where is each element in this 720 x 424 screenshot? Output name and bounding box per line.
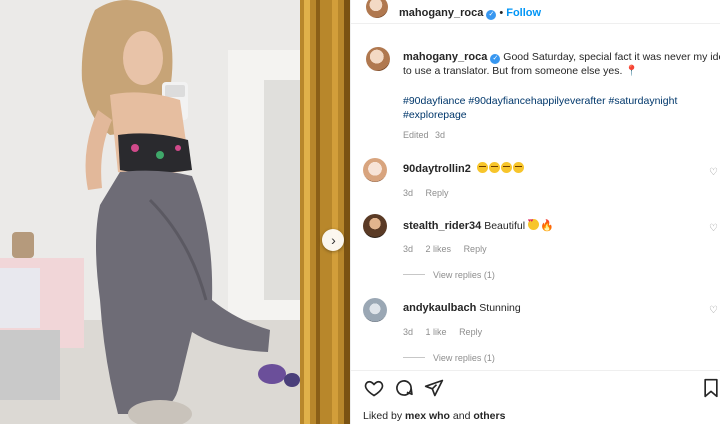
hashtags-line2[interactable]: #explorepage — [403, 108, 703, 122]
avatar[interactable] — [366, 0, 388, 18]
post-header: mahogany_roca ✓ • Follow — [351, 0, 720, 24]
heart-outline-icon — [364, 380, 384, 397]
like-button[interactable] — [364, 378, 384, 398]
separator-dot: • — [499, 7, 504, 19]
photo-illustration — [0, 0, 350, 424]
post-actions-bar — [351, 370, 720, 400]
comment-time: 3d — [403, 188, 414, 198]
save-button[interactable] — [701, 378, 720, 398]
edited-time: 3d — [435, 130, 446, 140]
reply-button[interactable]: Reply — [459, 327, 482, 337]
comment-avatar[interactable] — [363, 214, 387, 238]
divider-line — [403, 357, 425, 358]
post-caption: mahogany_roca ✓ Good Saturday, special fa… — [403, 50, 720, 78]
view-replies-button[interactable]: View replies (1) — [403, 353, 495, 363]
comment-emojis — [476, 162, 525, 175]
comment-username[interactable]: stealth_rider34 — [403, 220, 481, 232]
hashtags-line1[interactable]: #90dayfiance #90dayfiancehappilyeverafte… — [403, 94, 703, 108]
comment-avatar[interactable] — [363, 158, 387, 182]
verified-badge-icon: ✓ — [486, 10, 497, 20]
liked-by-text: Liked by mex who and others — [363, 410, 505, 422]
caption-username[interactable]: mahogany_roca — [403, 51, 487, 63]
comment-time: 3d — [403, 327, 414, 337]
paper-plane-icon — [424, 379, 444, 397]
liked-by-user[interactable]: mex — [405, 410, 426, 422]
pin-icon: 📍 — [625, 65, 639, 77]
post-photo[interactable]: › — [0, 0, 350, 424]
speech-bubble-icon — [396, 380, 413, 396]
laughing-face-icon — [488, 162, 500, 173]
laughing-face-icon — [500, 162, 512, 173]
chevron-right-icon: › — [331, 232, 336, 248]
edited-label: Edited 3d — [403, 130, 445, 140]
view-replies-label: View replies (1) — [433, 353, 495, 363]
laughing-face-icon — [476, 162, 488, 173]
reply-button[interactable]: Reply — [464, 244, 487, 254]
comment-likes[interactable]: 2 likes — [426, 244, 452, 254]
heart-eyes-icon — [527, 218, 539, 230]
follow-button[interactable]: Follow — [506, 7, 541, 19]
liked-by-others[interactable]: others — [473, 410, 505, 422]
post-side-panel: mahogany_roca ✓ • Follow mahogany_roca ✓ Goo… — [350, 0, 720, 424]
liked-by-prefix: Liked by — [363, 410, 403, 422]
laughing-face-icon — [512, 162, 524, 173]
post-hashtags: #90dayfiance #90dayfiancehappilyeverafte… — [403, 94, 703, 122]
comment-text: Beautiful — [484, 220, 526, 232]
view-replies-button[interactable]: View replies (1) — [403, 270, 495, 280]
verified-badge-icon: ✓ — [490, 54, 501, 64]
comment-username[interactable]: andykaulbach — [403, 302, 476, 314]
comment-text: Stunning — [479, 302, 521, 314]
liked-by-middle: who — [428, 410, 450, 422]
share-button[interactable] — [424, 378, 444, 398]
edited-text: Edited — [403, 130, 429, 140]
heart-outline-icon[interactable]: ♡ — [709, 224, 719, 234]
heart-outline-icon[interactable]: ♡ — [709, 168, 719, 178]
comment-item: andykaulbach Stunning 3d 1 like Reply Vi… — [351, 298, 720, 368]
header-username[interactable]: mahogany_roca — [399, 7, 483, 19]
comment-avatar[interactable] — [363, 298, 387, 322]
comment-item: stealth_rider34 Beautiful 🔥 3d 2 likes R… — [351, 214, 720, 284]
fire-icon: 🔥 — [539, 220, 554, 232]
comment-button[interactable] — [394, 378, 414, 398]
caption-avatar[interactable] — [366, 47, 390, 71]
liked-by-and: and — [452, 410, 471, 422]
reply-button[interactable]: Reply — [426, 188, 449, 198]
comment-item: 90daytrollin2 3d Reply ♡ — [351, 158, 720, 204]
comment-username[interactable]: 90daytrollin2 — [403, 163, 471, 175]
next-photo-button[interactable]: › — [322, 229, 344, 251]
caption-text-line2: to use a translator. But from someone el… — [403, 65, 623, 77]
comment-time: 3d — [403, 244, 414, 254]
view-replies-label: View replies (1) — [433, 270, 495, 280]
divider-line — [403, 274, 425, 275]
caption-text-line1: Good Saturday, special fact it was never… — [503, 51, 720, 63]
heart-outline-icon[interactable]: ♡ — [709, 306, 719, 316]
bookmark-icon — [704, 378, 718, 398]
comment-likes[interactable]: 1 like — [426, 327, 447, 337]
